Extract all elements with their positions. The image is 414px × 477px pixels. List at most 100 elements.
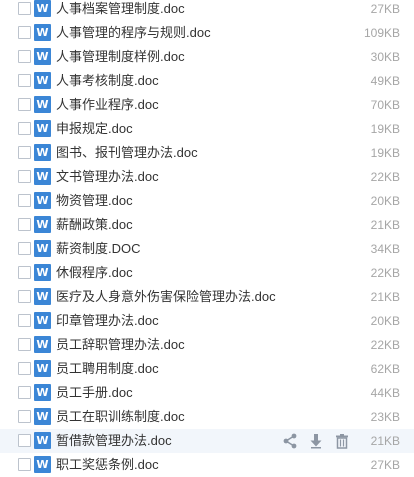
file-row[interactable]: W 人事管理的程序与规则.doc 109KB [0, 21, 414, 45]
file-row[interactable]: W 医疗及人身意外伤害保险管理办法.doc 21KB [0, 285, 414, 309]
word-doc-icon: W [34, 216, 51, 233]
file-row[interactable]: W 暂借款管理办法.doc 21KB [0, 429, 414, 453]
word-doc-icon: W [34, 0, 51, 17]
file-row[interactable]: W 薪酬政策.doc 21KB [0, 213, 414, 237]
file-checkbox[interactable] [18, 338, 31, 351]
file-checkbox[interactable] [18, 2, 31, 15]
file-checkbox[interactable] [18, 242, 31, 255]
word-doc-icon: W [34, 264, 51, 281]
file-checkbox[interactable] [18, 98, 31, 111]
file-size: 34KB [370, 242, 400, 256]
word-doc-icon: W [34, 96, 51, 113]
file-size: 19KB [370, 122, 400, 136]
file-row[interactable]: W 薪资制度.DOC 34KB [0, 237, 414, 261]
file-row[interactable]: W 员工辞职管理办法.doc 22KB [0, 333, 414, 357]
word-doc-icon: W [34, 408, 51, 425]
file-list: W 人事档案管理制度.doc 27KB W 人事管理的程序与规则.doc 109KB W 人事… [0, 0, 414, 477]
file-checkbox[interactable] [18, 170, 31, 183]
file-name[interactable]: 人事管理制度样例.doc [56, 45, 185, 69]
file-name[interactable]: 人事作业程序.doc [56, 93, 159, 117]
word-doc-icon: W [34, 384, 51, 401]
file-checkbox[interactable] [18, 50, 31, 63]
file-checkbox[interactable] [18, 146, 31, 159]
file-size: 22KB [370, 266, 400, 280]
file-checkbox[interactable] [18, 26, 31, 39]
file-size: 23KB [370, 410, 400, 424]
file-checkbox[interactable] [18, 122, 31, 135]
file-name[interactable]: 员工辞职管理办法.doc [56, 333, 185, 357]
file-name[interactable]: 图书、报刊管理办法.doc [56, 141, 198, 165]
file-checkbox[interactable] [18, 194, 31, 207]
word-doc-icon: W [34, 72, 51, 89]
file-checkbox[interactable] [18, 314, 31, 327]
file-size: 20KB [370, 314, 400, 328]
word-doc-icon: W [34, 288, 51, 305]
file-row[interactable]: W 员工聘用制度.doc 62KB [0, 357, 414, 381]
file-row[interactable]: W 文书管理办法.doc 22KB [0, 165, 414, 189]
word-doc-icon: W [34, 312, 51, 329]
file-name[interactable]: 人事管理的程序与规则.doc [56, 21, 211, 45]
word-doc-icon: W [34, 336, 51, 353]
file-checkbox[interactable] [18, 74, 31, 87]
word-doc-icon: W [34, 48, 51, 65]
file-name[interactable]: 职工奖惩条例.doc [56, 453, 159, 477]
file-row[interactable]: W 图书、报刊管理办法.doc 19KB [0, 141, 414, 165]
file-size: 44KB [370, 386, 400, 400]
share-icon[interactable] [280, 432, 300, 450]
file-size: 70KB [370, 98, 400, 112]
file-checkbox[interactable] [18, 266, 31, 279]
file-row[interactable]: W 休假程序.doc 22KB [0, 261, 414, 285]
file-size: 20KB [370, 194, 400, 208]
file-size: 19KB [370, 146, 400, 160]
word-doc-icon: W [34, 24, 51, 41]
file-name[interactable]: 申报规定.doc [56, 117, 133, 141]
word-doc-icon: W [34, 144, 51, 161]
file-row[interactable]: W 员工手册.doc 44KB [0, 381, 414, 405]
file-checkbox[interactable] [18, 386, 31, 399]
delete-icon[interactable] [332, 432, 352, 450]
file-row[interactable]: W 职工奖惩条例.doc 27KB [0, 453, 414, 477]
file-size: 21KB [370, 218, 400, 232]
word-doc-icon: W [34, 360, 51, 377]
file-row[interactable]: W 人事考核制度.doc 49KB [0, 69, 414, 93]
row-actions [280, 432, 352, 450]
file-name[interactable]: 文书管理办法.doc [56, 165, 159, 189]
file-size: 62KB [370, 362, 400, 376]
file-size: 27KB [370, 458, 400, 472]
file-checkbox[interactable] [18, 218, 31, 231]
file-name[interactable]: 员工手册.doc [56, 381, 133, 405]
file-checkbox[interactable] [18, 290, 31, 303]
word-doc-icon: W [34, 456, 51, 473]
file-size: 109KB [363, 26, 400, 40]
file-name[interactable]: 物资管理.doc [56, 189, 133, 213]
word-doc-icon: W [34, 240, 51, 257]
file-size: 49KB [370, 74, 400, 88]
file-size: 30KB [370, 50, 400, 64]
file-checkbox[interactable] [18, 362, 31, 375]
file-size: 21KB [370, 434, 400, 448]
word-doc-icon: W [34, 120, 51, 137]
file-checkbox[interactable] [18, 410, 31, 423]
file-name[interactable]: 医疗及人身意外伤害保险管理办法.doc [56, 285, 276, 309]
file-size: 21KB [370, 290, 400, 304]
download-icon[interactable] [306, 432, 326, 450]
file-name[interactable]: 暂借款管理办法.doc [56, 429, 172, 453]
file-checkbox[interactable] [18, 434, 31, 447]
file-name[interactable]: 员工在职训练制度.doc [56, 405, 185, 429]
file-name[interactable]: 印章管理办法.doc [56, 309, 159, 333]
file-row[interactable]: W 员工在职训练制度.doc 23KB [0, 405, 414, 429]
file-name[interactable]: 员工聘用制度.doc [56, 357, 159, 381]
file-name[interactable]: 人事考核制度.doc [56, 69, 159, 93]
file-name[interactable]: 人事档案管理制度.doc [56, 0, 185, 21]
file-name[interactable]: 薪酬政策.doc [56, 213, 133, 237]
file-row[interactable]: W 人事档案管理制度.doc 27KB [0, 0, 414, 21]
word-doc-icon: W [34, 432, 51, 449]
file-row[interactable]: W 物资管理.doc 20KB [0, 189, 414, 213]
file-checkbox[interactable] [18, 458, 31, 471]
file-row[interactable]: W 人事管理制度样例.doc 30KB [0, 45, 414, 69]
file-name[interactable]: 休假程序.doc [56, 261, 133, 285]
file-name[interactable]: 薪资制度.DOC [56, 237, 141, 261]
file-row[interactable]: W 印章管理办法.doc 20KB [0, 309, 414, 333]
file-row[interactable]: W 申报规定.doc 19KB [0, 117, 414, 141]
file-row[interactable]: W 人事作业程序.doc 70KB [0, 93, 414, 117]
